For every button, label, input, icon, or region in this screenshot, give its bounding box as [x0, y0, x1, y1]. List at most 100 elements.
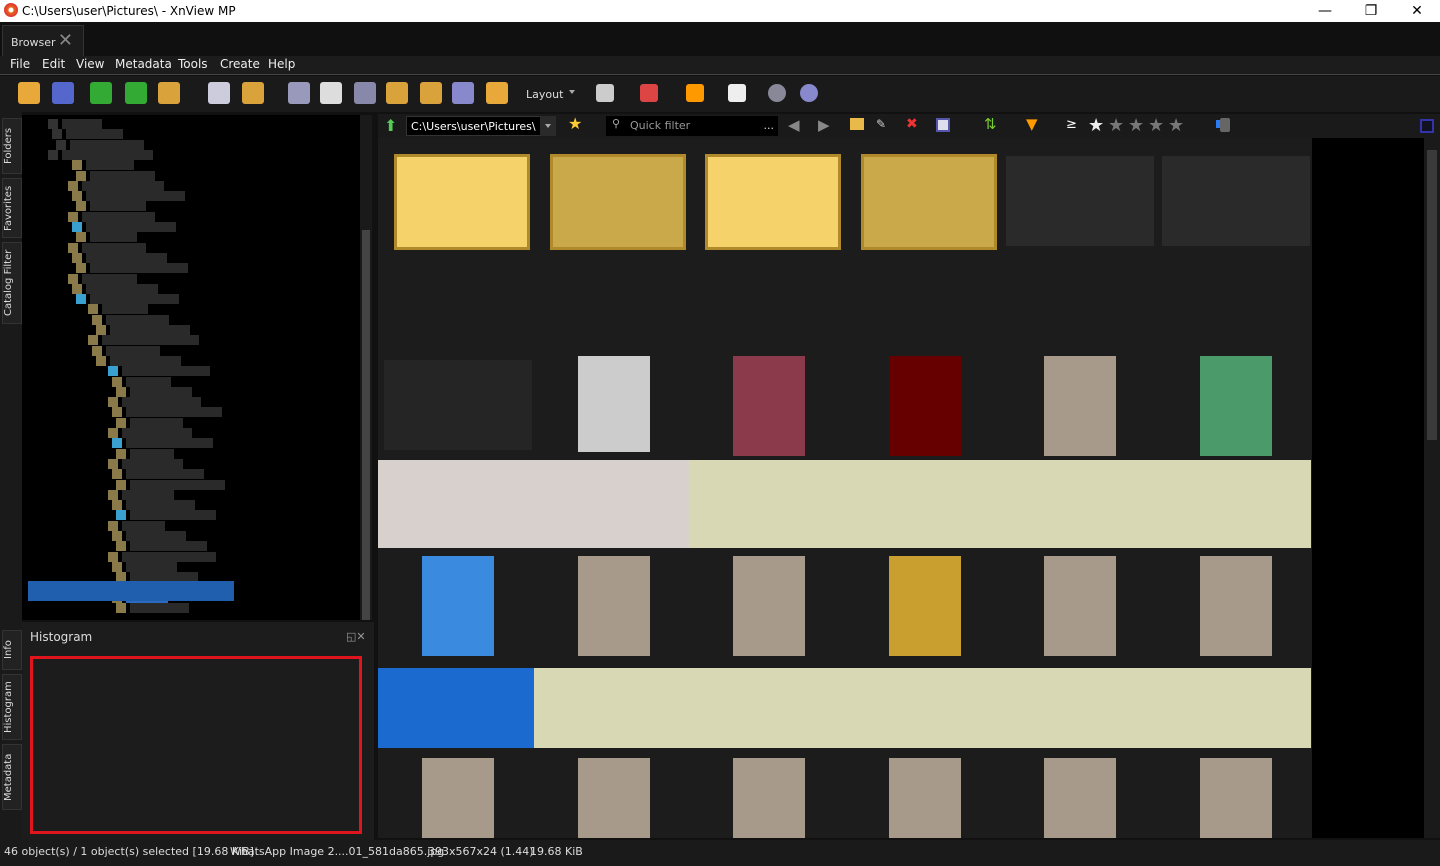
thumbnail-img-black[interactable]	[888, 356, 961, 456]
properties-icon[interactable]	[208, 82, 230, 104]
folder-tree-item[interactable]	[126, 407, 222, 418]
folder-tree-item[interactable]	[122, 458, 183, 469]
copy-move-icon[interactable]	[242, 82, 264, 104]
rating-operator[interactable]: ≥	[1066, 117, 1077, 132]
folder-tree-item[interactable]	[110, 355, 181, 366]
folder-tree-item[interactable]	[90, 170, 155, 181]
folder-tree-item[interactable]	[86, 160, 134, 171]
thumbnail-gray[interactable]	[577, 356, 650, 452]
thumbnail-wide-yellow[interactable]	[1155, 668, 1311, 748]
find-icon[interactable]	[288, 82, 310, 104]
thumbnail-img-portrait[interactable]	[1044, 556, 1116, 656]
help-icon[interactable]	[800, 84, 818, 102]
thumbnail-folder[interactable]	[394, 154, 530, 250]
maximize-button[interactable]: ❐	[1348, 0, 1394, 22]
batch-convert-icon[interactable]	[386, 82, 408, 104]
thumbnail-img-green[interactable]	[1199, 356, 1272, 456]
thumbnail-img-portrait[interactable]	[422, 758, 494, 838]
folder-tree-item[interactable]	[82, 273, 137, 284]
folder-tree-item[interactable]	[106, 314, 169, 325]
rotate-right-icon[interactable]	[125, 82, 147, 104]
settings-icon[interactable]	[768, 84, 786, 102]
screen-capture-icon[interactable]	[452, 82, 474, 104]
thumbnail-scrollbar[interactable]	[1424, 138, 1440, 838]
side-tab-info[interactable]: Info	[2, 630, 22, 670]
path-input[interactable]: C:\Users\user\Pictures\	[406, 116, 556, 136]
folder-tree-item[interactable]	[86, 191, 185, 202]
folder-tree-scrollbar[interactable]	[360, 115, 372, 620]
folder-tree-item[interactable]	[90, 201, 146, 212]
close-button[interactable]: ✕	[1394, 0, 1440, 22]
menu-file[interactable]: File	[10, 57, 30, 71]
thumbnail-img-portrait[interactable]	[577, 556, 650, 656]
thumbnail-wide-light[interactable]	[533, 460, 689, 548]
folder-tree-item[interactable]	[90, 232, 137, 243]
folder-tree-item[interactable]	[130, 541, 207, 552]
rating-star-5[interactable]: ★	[1168, 115, 1184, 136]
thumbnail-wide-yellow[interactable]	[689, 668, 845, 748]
folder-tree-item[interactable]	[110, 325, 190, 335]
fullscreen-icon[interactable]	[52, 82, 74, 104]
folder-tree-item[interactable]	[82, 211, 155, 222]
bookmark-icon[interactable]	[686, 84, 704, 102]
thumbnail-grid[interactable]	[378, 138, 1312, 838]
rotate-left-icon[interactable]	[90, 82, 112, 104]
folder-tree-item[interactable]	[122, 366, 210, 377]
convert-icon[interactable]	[158, 82, 180, 104]
folder-tree-item[interactable]	[62, 119, 102, 129]
folder-tree-item[interactable]	[130, 417, 183, 428]
layout-dropdown-icon[interactable]	[569, 90, 575, 94]
rename-icon[interactable]: ✎	[876, 117, 886, 131]
thumbnail-img-portrait[interactable]	[1199, 556, 1272, 656]
menu-view[interactable]: View	[76, 57, 104, 71]
thumbnail-doc-dark[interactable]	[1161, 156, 1310, 246]
thumbnail-img-blue[interactable]	[422, 556, 494, 656]
compare-icon[interactable]	[728, 84, 746, 102]
thumbnail-wide-yellow[interactable]	[1000, 668, 1156, 748]
thumb-size-slider-handle[interactable]	[1220, 118, 1230, 132]
folder-tree-item[interactable]	[82, 242, 146, 253]
thumbnail-wide-yellow[interactable]	[689, 460, 845, 548]
scan-icon[interactable]	[354, 82, 376, 104]
selected-folder[interactable]	[28, 581, 234, 601]
thumbnail-doc-dark[interactable]	[1006, 156, 1154, 246]
side-tab-favorites[interactable]: Favorites	[2, 178, 22, 238]
thumbnail-size-icon[interactable]	[596, 84, 614, 102]
sort-icon[interactable]: ⇅	[984, 115, 997, 133]
layout-menu[interactable]: Layout	[526, 88, 563, 101]
rating-star-1[interactable]: ★	[1088, 115, 1104, 136]
folder-tree-item[interactable]	[126, 376, 171, 387]
thumbnail-folder-img[interactable]	[549, 154, 686, 250]
folder-tree-item[interactable]	[126, 438, 213, 449]
thumbnail-wide-yellow[interactable]	[844, 460, 1000, 548]
folder-tree-item[interactable]	[130, 510, 216, 521]
panel-toggle-icon[interactable]	[1420, 119, 1434, 133]
thumbnail-img-portrait[interactable]	[1044, 758, 1116, 838]
view-image-icon[interactable]	[18, 82, 40, 104]
print-icon[interactable]	[320, 82, 342, 104]
folder-tree-item[interactable]	[70, 139, 144, 150]
folder-tree-item[interactable]	[62, 149, 153, 160]
folder-tree-item[interactable]	[90, 294, 179, 305]
back-icon[interactable]: ◀	[788, 116, 800, 134]
tab-browser[interactable]: Browser ✕	[2, 25, 84, 56]
folder-tree-item[interactable]	[126, 561, 177, 572]
folder-tree-item[interactable]	[106, 345, 160, 356]
favorites-star-icon[interactable]: ★	[568, 114, 582, 133]
thumbnail-wide-yellow[interactable]	[844, 668, 1000, 748]
view-grid-icon[interactable]	[936, 118, 950, 132]
folder-tree-item[interactable]	[86, 252, 167, 263]
path-dropdown[interactable]	[540, 116, 556, 136]
folder-tree-item[interactable]	[86, 222, 176, 232]
rating-star-2[interactable]: ★	[1108, 115, 1124, 136]
menu-create[interactable]: Create	[220, 57, 260, 71]
thumbnail-img-portrait[interactable]	[733, 556, 805, 656]
folder-tree-item[interactable]	[126, 531, 186, 541]
parent-folder-icon[interactable]: ⬆	[384, 116, 397, 135]
thumbnail-img-portrait[interactable]	[1044, 356, 1116, 456]
folder-tree-item[interactable]	[90, 263, 188, 274]
menu-metadata[interactable]: Metadata	[115, 57, 172, 71]
slideshow-icon[interactable]	[486, 82, 508, 104]
forward-icon[interactable]: ▶	[818, 116, 830, 134]
thumbnail-wide-light[interactable]	[378, 460, 534, 548]
